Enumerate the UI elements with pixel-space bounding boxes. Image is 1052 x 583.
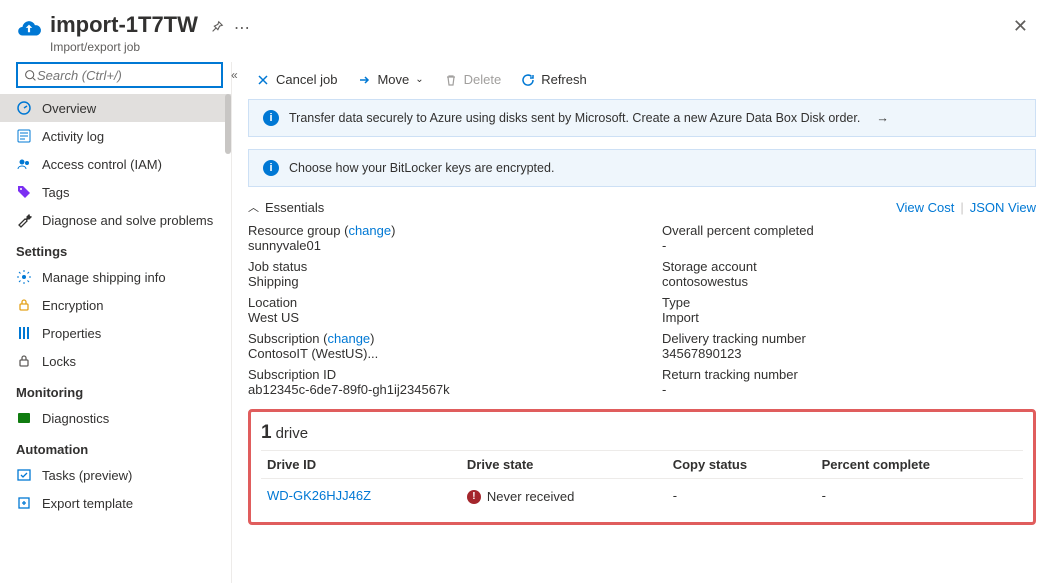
section-monitoring: Monitoring (0, 375, 231, 404)
nav-label: Manage shipping info (42, 270, 166, 285)
section-settings: Settings (0, 234, 231, 263)
more-icon[interactable]: ⋯ (234, 18, 251, 38)
nav-diagnostics[interactable]: Diagnostics (0, 404, 231, 432)
nav-label: Activity log (42, 129, 104, 144)
arrow-right-icon (357, 73, 371, 87)
nav-shipping-info[interactable]: Manage shipping info (0, 263, 231, 291)
nav-locks[interactable]: Locks (0, 347, 231, 375)
nav-label: Access control (IAM) (42, 157, 162, 172)
info-icon: i (263, 160, 279, 176)
info-icon: i (263, 110, 279, 126)
essentials-toggle[interactable]: ︿ Essentials (248, 199, 324, 215)
drive-id-link[interactable]: WD-GK26HJJ46Z (267, 488, 371, 503)
nav-encryption[interactable]: Encryption (0, 291, 231, 319)
lock-icon (16, 353, 32, 369)
nav-label: Locks (42, 354, 76, 369)
view-cost-link[interactable]: View Cost (896, 200, 954, 215)
nav-activity-log[interactable]: Activity log (0, 122, 231, 150)
move-button[interactable]: Move ⌄ (349, 68, 431, 91)
drive-state-error: !Never received (467, 489, 574, 504)
refresh-icon (521, 73, 535, 87)
arrow-right-icon: → (876, 111, 889, 125)
essentials-grid: Resource group (change) sunnyvale01 Over… (248, 223, 1036, 409)
change-rg-link[interactable]: change (348, 223, 391, 238)
nav-tags[interactable]: Tags (0, 178, 231, 206)
drive-table: Drive ID Drive state Copy status Percent… (261, 450, 1023, 512)
nav-label: Properties (42, 326, 101, 341)
pin-icon[interactable] (210, 20, 224, 37)
nav-label: Encryption (42, 298, 103, 313)
refresh-button[interactable]: Refresh (513, 68, 595, 91)
nav-label: Tasks (preview) (42, 468, 132, 483)
delete-button: Delete (436, 68, 510, 91)
nav-label: Diagnose and solve problems (42, 213, 213, 228)
drive-row[interactable]: WD-GK26HJJ46Z !Never received - - (261, 479, 1023, 513)
storage-account-link[interactable]: contosowestus (662, 274, 1036, 289)
tag-icon (16, 184, 32, 200)
page-header: import-1T7TW Import/export job ⋯ ✕ (0, 0, 1052, 62)
col-drive-id[interactable]: Drive ID (261, 451, 461, 479)
nav-label: Diagnostics (42, 411, 109, 426)
nav-tasks[interactable]: Tasks (preview) (0, 461, 231, 489)
search-input[interactable] (37, 68, 215, 83)
nav-properties[interactable]: Properties (0, 319, 231, 347)
change-sub-link[interactable]: change (328, 331, 371, 346)
wrench-icon (16, 212, 32, 228)
activity-log-icon (16, 128, 32, 144)
gear-icon (16, 269, 32, 285)
json-view-link[interactable]: JSON View (970, 200, 1036, 215)
chevron-down-icon: ⌄ (415, 74, 423, 85)
page-subtitle: Import/export job (50, 40, 198, 54)
nav-overview[interactable]: Overview (0, 94, 231, 122)
drive-section-highlight: 1drive Drive ID Drive state Copy status … (248, 409, 1036, 525)
search-icon (24, 69, 37, 82)
x-icon (256, 73, 270, 87)
cloud-upload-icon (16, 16, 42, 42)
nav-label: Overview (42, 101, 96, 116)
error-icon: ! (467, 490, 481, 504)
export-icon (16, 495, 32, 511)
page-title: import-1T7TW (50, 12, 198, 38)
cancel-job-button[interactable]: Cancel job (248, 68, 345, 91)
databox-banner[interactable]: i Transfer data securely to Azure using … (248, 99, 1036, 137)
main-content: Cancel job Move ⌄ Delete Refresh i Trans… (232, 62, 1052, 583)
trash-icon (444, 73, 458, 87)
search-input-wrapper[interactable] (16, 62, 223, 88)
tasks-icon (16, 467, 32, 483)
sidebar: « Overview Activity log Access control (… (0, 62, 232, 583)
close-icon[interactable]: ✕ (1005, 12, 1036, 41)
nav-label: Tags (42, 185, 69, 200)
nav-access-control[interactable]: Access control (IAM) (0, 150, 231, 178)
diagnostics-icon (16, 410, 32, 426)
col-copy-status[interactable]: Copy status (667, 451, 816, 479)
nav-diagnose[interactable]: Diagnose and solve problems (0, 206, 231, 234)
nav-list: Overview Activity log Access control (IA… (0, 94, 231, 583)
resource-group-link[interactable]: sunnyvale01 (248, 238, 622, 253)
nav-label: Export template (42, 496, 133, 511)
col-drive-state[interactable]: Drive state (461, 451, 667, 479)
subscription-link[interactable]: ContosoIT (WestUS)... (248, 346, 622, 361)
col-percent-complete[interactable]: Percent complete (816, 451, 1023, 479)
lock-icon (16, 297, 32, 313)
collapse-sidebar-icon[interactable]: « (231, 68, 238, 82)
scrollbar-thumb[interactable] (225, 94, 231, 154)
toolbar: Cancel job Move ⌄ Delete Refresh (248, 62, 1036, 99)
nav-export-template[interactable]: Export template (0, 489, 231, 517)
people-icon (16, 156, 32, 172)
drive-count-title: 1drive (261, 418, 1023, 450)
chevron-up-icon: ︿ (248, 199, 259, 215)
overview-icon (16, 100, 32, 116)
bitlocker-banner[interactable]: i Choose how your BitLocker keys are enc… (248, 149, 1036, 187)
section-automation: Automation (0, 432, 231, 461)
properties-icon (16, 325, 32, 341)
